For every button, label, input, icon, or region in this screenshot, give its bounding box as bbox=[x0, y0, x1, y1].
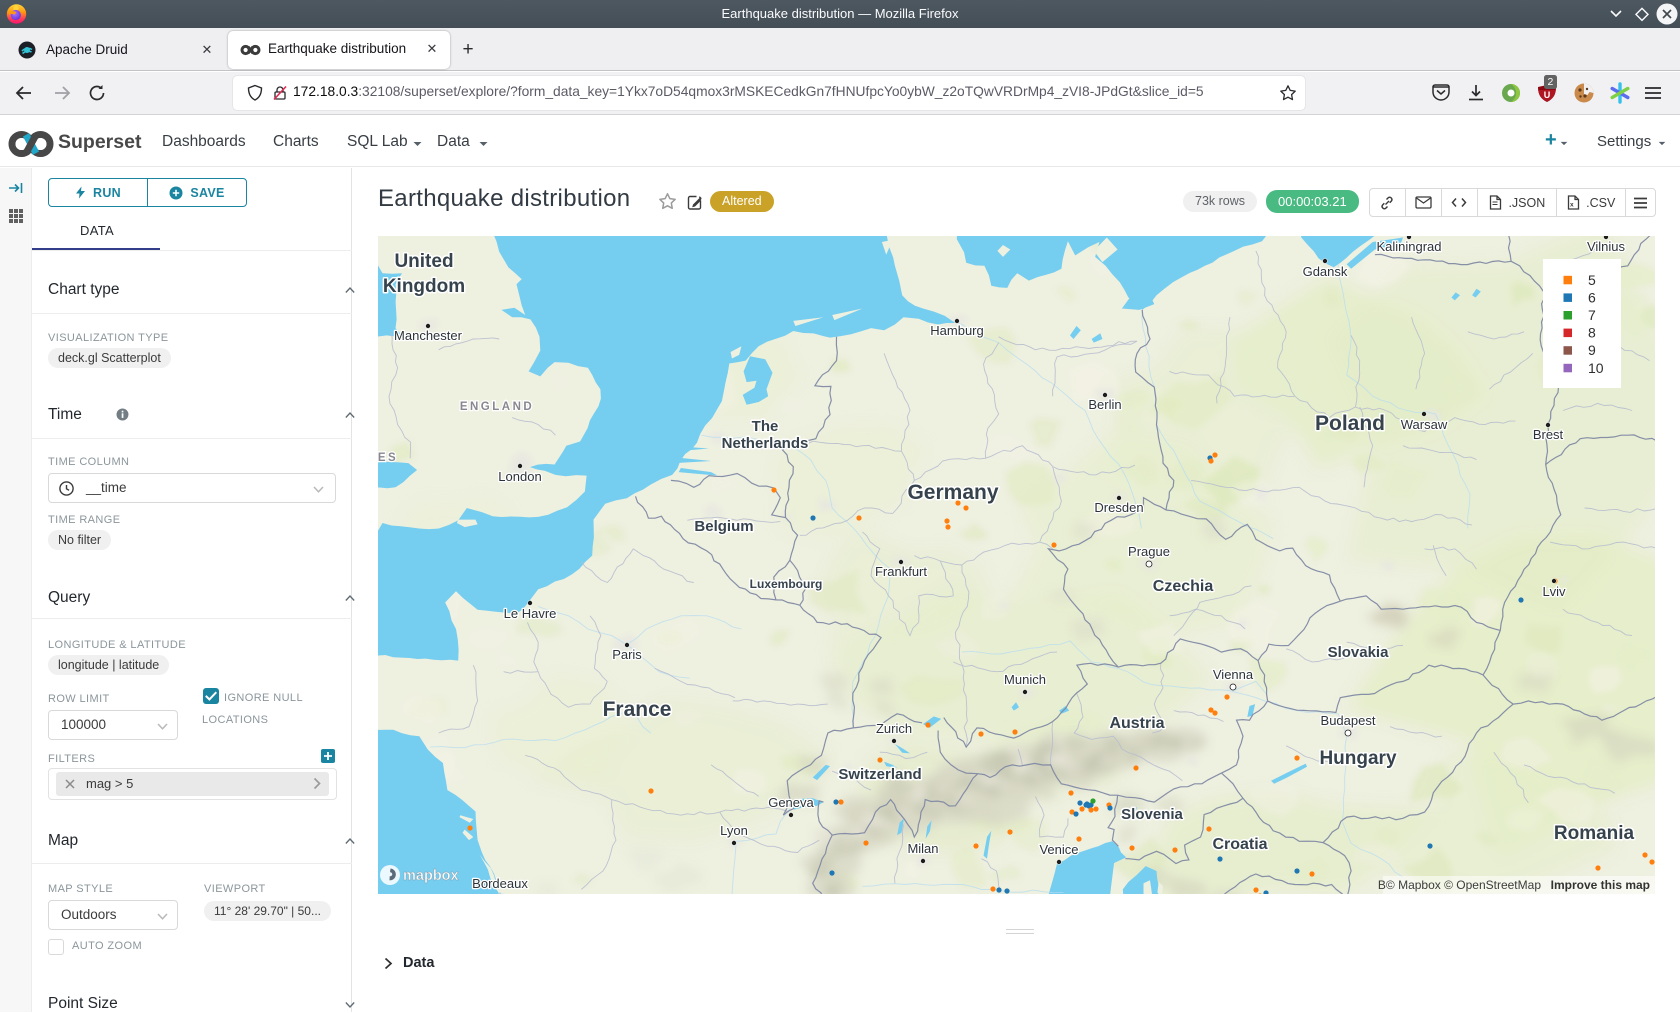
svg-text:Zurich: Zurich bbox=[876, 721, 912, 736]
svg-text:Slovenia: Slovenia bbox=[1121, 806, 1183, 823]
svg-text:10: 10 bbox=[1588, 360, 1604, 376]
svg-text:Geneva: Geneva bbox=[768, 795, 814, 810]
svg-text:Croatia: Croatia bbox=[1212, 836, 1267, 853]
svg-text:Luxembourg: Luxembourg bbox=[750, 577, 823, 591]
svg-text:5: 5 bbox=[1588, 272, 1596, 288]
svg-text:Lyon: Lyon bbox=[720, 823, 748, 838]
svg-text:Hungary: Hungary bbox=[1319, 748, 1397, 769]
svg-text:Venice: Venice bbox=[1039, 842, 1078, 857]
svg-text:Prague: Prague bbox=[1128, 544, 1170, 559]
svg-text:Brest: Brest bbox=[1533, 427, 1564, 442]
svg-text:Romania: Romania bbox=[1554, 823, 1635, 844]
svg-text:Paris: Paris bbox=[612, 647, 642, 662]
svg-text:Belgium: Belgium bbox=[694, 518, 753, 535]
svg-text:France: France bbox=[603, 698, 672, 721]
svg-text:7: 7 bbox=[1588, 307, 1596, 323]
svg-text:Switzerland: Switzerland bbox=[838, 766, 921, 783]
svg-text:6: 6 bbox=[1588, 289, 1596, 305]
svg-text:Munich: Munich bbox=[1004, 672, 1046, 687]
svg-text:U: U bbox=[1544, 90, 1551, 100]
svg-text:Budapest: Budapest bbox=[1321, 713, 1376, 728]
svg-text:Vienna: Vienna bbox=[1213, 667, 1254, 682]
svg-text:Germany: Germany bbox=[907, 481, 998, 504]
svg-text:United: United bbox=[394, 251, 453, 272]
svg-text:Warsaw: Warsaw bbox=[1401, 417, 1448, 432]
svg-text:Hamburg: Hamburg bbox=[930, 323, 983, 338]
svg-text:Le Havre: Le Havre bbox=[504, 606, 557, 621]
svg-text:Kaliningrad: Kaliningrad bbox=[1376, 239, 1441, 254]
svg-text:Austria: Austria bbox=[1109, 715, 1164, 732]
svg-text:Berlin: Berlin bbox=[1088, 397, 1121, 412]
svg-text:Netherlands: Netherlands bbox=[722, 435, 809, 452]
svg-text:Gdansk: Gdansk bbox=[1303, 264, 1348, 279]
svg-text:Manchester: Manchester bbox=[394, 328, 463, 343]
svg-text:Czechia: Czechia bbox=[1153, 578, 1214, 595]
svg-text:London: London bbox=[498, 469, 541, 484]
svg-text:Frankfurt: Frankfurt bbox=[875, 564, 927, 579]
svg-text:mapbox: mapbox bbox=[403, 868, 459, 884]
svg-text:8: 8 bbox=[1588, 325, 1596, 341]
svg-text:Kingdom: Kingdom bbox=[383, 276, 465, 297]
svg-text:Lviv: Lviv bbox=[1542, 584, 1566, 599]
svg-text:Improve this map: Improve this map bbox=[1551, 878, 1650, 892]
svg-text:Poland: Poland bbox=[1315, 412, 1385, 435]
svg-text:ENGLAND: ENGLAND bbox=[460, 401, 534, 413]
svg-text:Dresden: Dresden bbox=[1094, 500, 1143, 515]
svg-text:The: The bbox=[752, 418, 779, 435]
svg-text:x: x bbox=[1570, 202, 1574, 209]
svg-text:9: 9 bbox=[1588, 342, 1596, 358]
svg-text:Milan: Milan bbox=[907, 841, 938, 856]
svg-text:Slovakia: Slovakia bbox=[1328, 644, 1390, 661]
svg-text:ES: ES bbox=[378, 452, 398, 464]
svg-text:Bordeaux: Bordeaux bbox=[472, 876, 528, 891]
svg-text:B© Mapbox © OpenStreetMap: B© Mapbox © OpenStreetMap bbox=[1378, 878, 1541, 892]
svg-text:Vilnius: Vilnius bbox=[1587, 239, 1626, 254]
